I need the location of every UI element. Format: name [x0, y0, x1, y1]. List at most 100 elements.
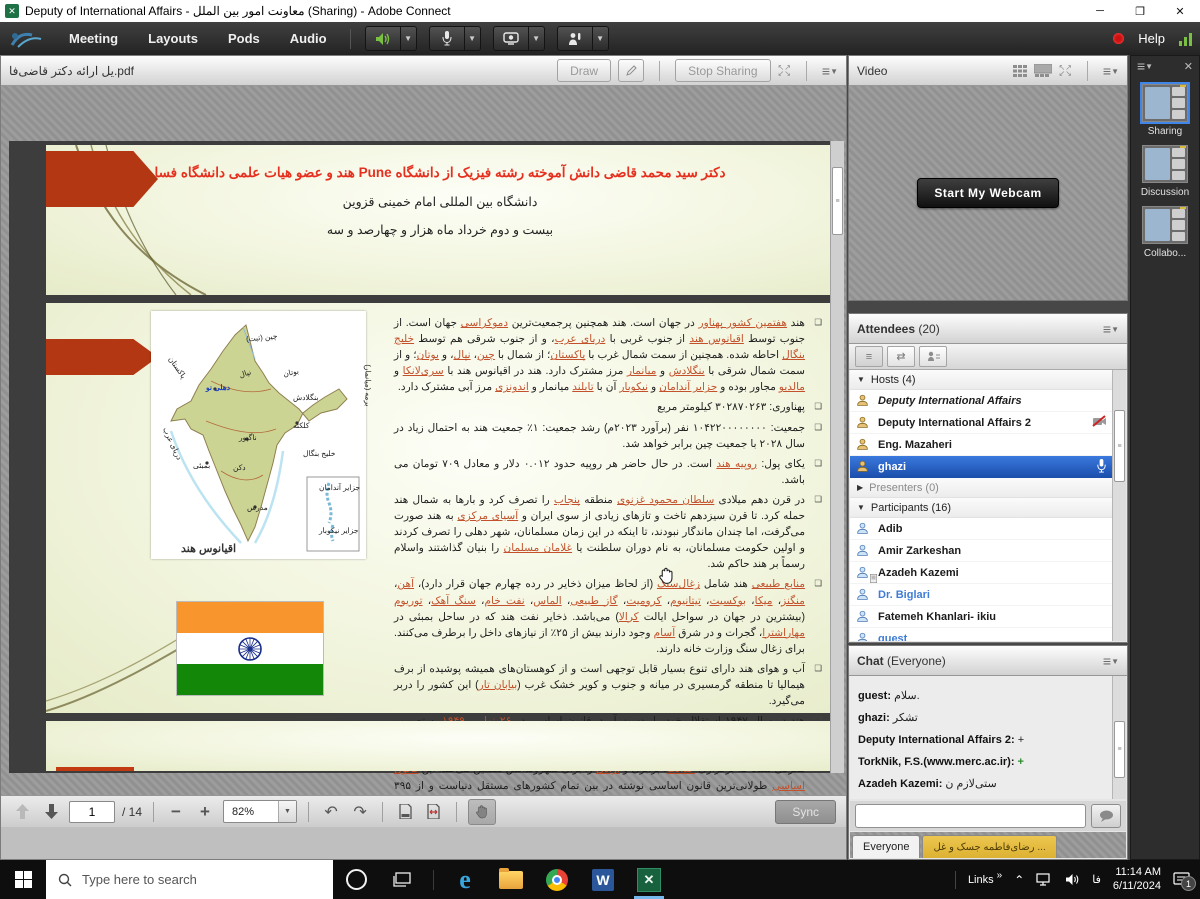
page-number-input[interactable] [69, 801, 115, 823]
pod-menu-icon[interactable]: ≡▼ [1103, 653, 1119, 669]
chevron-down-icon[interactable]: ▼ [278, 801, 296, 822]
grid-view-icon[interactable] [1013, 65, 1027, 77]
raise-hand-dropdown[interactable]: ▼ [593, 26, 609, 51]
participant-icon [856, 632, 869, 641]
group-header-presenters[interactable]: ▶Presenters (0) [850, 478, 1112, 498]
zoom-level-select[interactable]: 82% ▼ [223, 800, 297, 823]
chrome-button[interactable] [534, 860, 580, 899]
file-explorer-button[interactable] [488, 860, 534, 899]
attendee-row[interactable]: ghazi [850, 456, 1112, 478]
document-scrollbar[interactable]: ≡ [830, 141, 844, 773]
minimize-button[interactable]: ─ [1080, 0, 1120, 22]
layout-item-sharing[interactable]: Sharing [1131, 84, 1199, 137]
close-button[interactable]: ✕ [1160, 0, 1200, 22]
sync-button[interactable]: Sync [775, 800, 836, 824]
cortana-button[interactable] [333, 860, 379, 899]
language-indicator[interactable]: فا [1092, 873, 1101, 886]
attendee-row[interactable]: Adib [850, 518, 1112, 540]
taskbar-search[interactable]: Type here to search [46, 860, 333, 899]
chat-scrollbar[interactable]: ≡ [1112, 676, 1126, 799]
fit-page-button[interactable] [394, 801, 416, 823]
fullscreen-icon[interactable]: ↖↗↙↘ [778, 65, 791, 77]
microphone-button[interactable] [429, 26, 465, 51]
filmstrip-view-icon[interactable] [1034, 64, 1052, 77]
slide-text: میانمار و [529, 381, 572, 393]
start-button[interactable] [0, 860, 46, 899]
start-my-webcam-button[interactable]: Start My Webcam [917, 178, 1058, 208]
attendee-row[interactable]: Fatemeh Khanlari- ikiu [850, 606, 1112, 628]
pod-menu-icon[interactable]: ≡▼ [822, 63, 838, 79]
network-icon[interactable] [1036, 873, 1053, 886]
attendee-row[interactable]: Eng. Mazaheri [850, 434, 1112, 456]
group-header-hosts[interactable]: ▼Hosts (4) [850, 370, 1112, 390]
scrollbar-thumb[interactable]: ≡ [1114, 721, 1125, 778]
speaker-dropdown[interactable]: ▼ [401, 26, 417, 51]
adobe-connect-taskbar-button[interactable]: ✕ [626, 860, 672, 899]
scrollbar-thumb[interactable]: ≡ [1114, 410, 1125, 482]
show-hidden-icons-chevron[interactable]: ⌃ [1014, 873, 1024, 887]
notification-center-button[interactable]: 1 [1173, 872, 1190, 887]
chat-tab-everyone[interactable]: Everyone [852, 835, 920, 858]
help-menu[interactable]: Help [1138, 31, 1165, 46]
raise-hand-button[interactable] [557, 26, 593, 51]
attendee-row[interactable]: Dr. Biglari [850, 584, 1112, 606]
pod-menu-icon[interactable]: ≡▼ [1103, 321, 1119, 337]
rotate-right-button[interactable]: ↷ [349, 801, 371, 823]
attendee-status-view-button[interactable] [919, 346, 947, 367]
previous-page-button[interactable] [11, 801, 33, 823]
speaker-icon [375, 32, 391, 46]
word-button[interactable]: W [580, 860, 626, 899]
attendee-row[interactable]: Amir Zarkeshan [850, 540, 1112, 562]
edge-button[interactable]: e [442, 860, 488, 899]
microphone-dropdown[interactable]: ▼ [465, 26, 481, 51]
pan-tool-button[interactable] [468, 799, 496, 825]
restore-button[interactable]: ❐ [1120, 0, 1160, 22]
next-page-button[interactable] [40, 801, 62, 823]
stop-sharing-button[interactable]: Stop Sharing [675, 59, 770, 82]
webcam-button[interactable] [493, 26, 529, 51]
send-message-button[interactable] [1091, 804, 1121, 828]
layout-item-collabo[interactable]: Collabo... [1131, 206, 1199, 259]
links-toolbar[interactable]: Links» [968, 874, 1002, 886]
volume-icon[interactable] [1065, 873, 1080, 886]
menu-meeting[interactable]: Meeting [54, 31, 133, 46]
layout-menu-icon[interactable]: ≡▼ [1137, 58, 1153, 74]
rotate-left-button[interactable]: ↶ [320, 801, 342, 823]
speaker-button[interactable] [365, 26, 401, 51]
share-pod: یل ارائه دکتر قاضی‌فا.pdf Draw Stop Shar… [0, 55, 847, 860]
clock[interactable]: 11:14 AM 6/11/2024 [1113, 866, 1161, 894]
zoom-out-button[interactable]: − [165, 801, 187, 823]
layout-item-discussion[interactable]: Discussion [1131, 145, 1199, 198]
fullscreen-icon[interactable]: ↖↗↙↘ [1059, 65, 1072, 77]
attendees-scrollbar[interactable]: ≡ [1112, 370, 1126, 641]
chat-message-input[interactable] [855, 804, 1086, 828]
attendee-name: Eng. Mazaheri [878, 439, 952, 451]
attendee-row[interactable]: Azadeh Kazemi [850, 562, 1112, 584]
attendee-row[interactable]: Deputy International Affairs 2 [850, 412, 1112, 434]
chat-tab-private[interactable]: ... رضای‌فاطمه جسک و غل [922, 835, 1056, 858]
task-view-button[interactable] [379, 860, 425, 899]
attendee-list-view-button[interactable]: ≡ [855, 346, 883, 367]
layout-thumbnail[interactable] [1142, 206, 1188, 244]
divider [456, 802, 457, 822]
close-rail-icon[interactable]: ✕ [1184, 60, 1193, 73]
menu-audio[interactable]: Audio [275, 31, 342, 46]
menu-pods[interactable]: Pods [213, 31, 275, 46]
attendee-row[interactable]: guest [850, 628, 1112, 641]
attendee-row[interactable]: Deputy International Affairs [850, 390, 1112, 412]
scrollbar-thumb[interactable]: ≡ [832, 167, 843, 235]
breakout-view-button[interactable]: ⇄ [887, 346, 915, 367]
layout-thumbnail[interactable] [1142, 84, 1188, 122]
webcam-dropdown[interactable]: ▼ [529, 26, 545, 51]
zoom-in-button[interactable]: + [194, 801, 216, 823]
group-header-participants[interactable]: ▼Participants (16) [850, 498, 1112, 518]
connection-status-icon[interactable] [1179, 32, 1192, 46]
adobe-connect-icon: ✕ [637, 868, 661, 892]
pod-menu-icon[interactable]: ≡▼ [1103, 63, 1119, 79]
draw-button[interactable]: Draw [557, 59, 611, 82]
pen-tool-button[interactable] [618, 59, 644, 82]
divider [659, 61, 660, 81]
menu-layouts[interactable]: Layouts [133, 31, 213, 46]
fit-width-button[interactable] [423, 801, 445, 823]
layout-thumbnail[interactable] [1142, 145, 1188, 183]
